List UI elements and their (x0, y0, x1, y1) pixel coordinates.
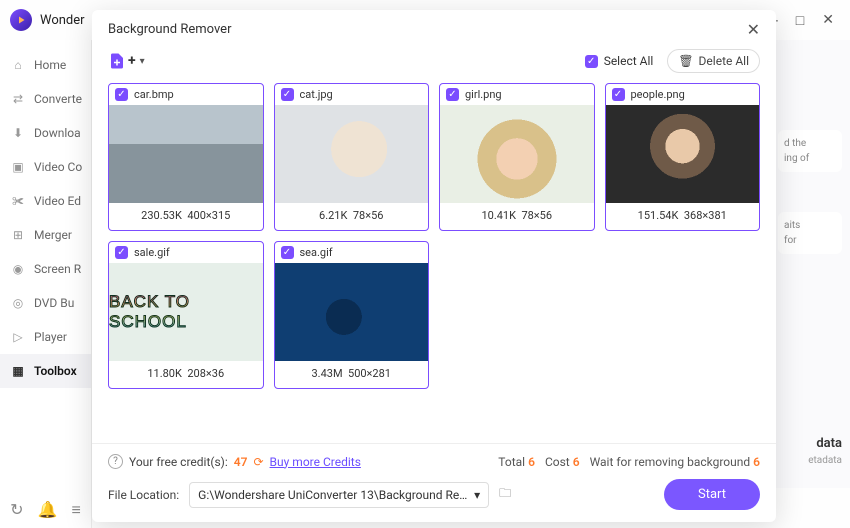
file-name: girl.png (465, 88, 502, 101)
file-location-path: G:\Wondershare UniConverter 13\Backgroun… (198, 488, 474, 502)
buy-credits-link[interactable]: Buy more Credits (270, 455, 361, 469)
select-all-checkbox[interactable]: ✓ Select All (585, 54, 654, 68)
file-name: sale.gif (134, 246, 170, 259)
download-icon: ⬇ (10, 125, 26, 141)
checkbox-checked-icon: ✓ (585, 55, 598, 68)
background-panel: d theing of aitsfor data etadata (770, 40, 850, 488)
sidebar-item-label: Player (34, 330, 67, 344)
file-card[interactable]: ✓ car.bmp 230.53K 400×315 (108, 83, 264, 231)
file-card[interactable]: ✓ cat.jpg 6.21K 78×56 (274, 83, 430, 231)
menu-icon[interactable]: ≡ (71, 500, 80, 520)
thumbnail: BACK TO SCHOOL (109, 263, 263, 361)
credits-count: 47 (234, 455, 248, 469)
thumbnail (440, 105, 594, 203)
wait-label: Wait for removing background (590, 455, 751, 469)
sidebar: ⌂ Home ⇄ Converte ⬇ Downloa ▣ Video Co ✀ Vide… (0, 40, 92, 528)
convert-icon: ⇄ (10, 91, 26, 107)
sidebar-item-label: Video Ed (34, 194, 81, 208)
file-name: people.png (631, 88, 685, 101)
sidebar-item-label: DVD Bu (34, 296, 74, 310)
sidebar-item-label: Toolbox (34, 364, 77, 378)
disc-icon: ◎ (10, 295, 26, 311)
bell-icon[interactable]: 🔔 (38, 500, 58, 520)
wait-value: 6 (753, 455, 760, 469)
file-meta: 11.80K 208×36 (109, 361, 263, 388)
sidebar-item-home[interactable]: ⌂ Home (0, 48, 91, 82)
app-logo-icon (10, 9, 32, 31)
scissors-icon: ✀ (10, 193, 26, 209)
history-icon[interactable]: ↻ (10, 500, 23, 520)
delete-all-button[interactable]: 🗑 Delete All (667, 49, 760, 73)
checkbox-checked-icon[interactable]: ✓ (446, 88, 459, 101)
sidebar-item-label: Merger (34, 228, 72, 242)
file-name: cat.jpg (300, 88, 333, 101)
toolbox-icon: ▦ (10, 363, 26, 379)
sidebar-item-video-compressor[interactable]: ▣ Video Co (0, 150, 91, 184)
file-card[interactable]: ✓ people.png 151.54K 368×381 (605, 83, 761, 231)
file-meta: 151.54K 368×381 (606, 203, 760, 230)
sidebar-item-converter[interactable]: ⇄ Converte (0, 82, 91, 116)
open-folder-icon[interactable]: 🗀 (499, 484, 511, 505)
file-grid: ✓ car.bmp 230.53K 400×315 ✓ cat.jpg 6.21K 78×… (92, 83, 776, 443)
total-value: 6 (528, 455, 535, 469)
file-meta: 230.53K 400×315 (109, 203, 263, 230)
file-name: car.bmp (134, 88, 174, 101)
file-location-select[interactable]: G:\Wondershare UniConverter 13\Backgroun… (189, 482, 489, 508)
chevron-down-icon: ▾ (474, 488, 480, 502)
sidebar-item-toolbox[interactable]: ▦ Toolbox (0, 354, 91, 388)
select-all-label: Select All (604, 54, 654, 68)
refresh-icon[interactable]: ⟳ (253, 455, 263, 469)
sidebar-item-player[interactable]: ▷ Player (0, 320, 91, 354)
window-maximize-icon[interactable]: □ (796, 12, 804, 29)
home-icon: ⌂ (10, 57, 26, 73)
file-location-label: File Location: (108, 488, 179, 502)
sidebar-item-merger[interactable]: ⊞ Merger (0, 218, 91, 252)
credits-label: Your free credit(s): (129, 455, 228, 469)
file-meta: 3.43M 500×281 (275, 361, 429, 388)
app-title: Wonder (40, 13, 85, 28)
thumbnail (275, 105, 429, 203)
file-card[interactable]: ✓ sea.gif 3.43M 500×281 (274, 241, 430, 389)
window-close-icon[interactable]: ✕ (822, 12, 834, 29)
thumbnail (606, 105, 760, 203)
background-remover-modal: Background Remover ✕ + ▾ ✓ Select All 🗑 … (92, 10, 776, 522)
merge-icon: ⊞ (10, 227, 26, 243)
thumbnail (275, 263, 429, 361)
file-card[interactable]: ✓ sale.gif BACK TO SCHOOL11.80K 208×36 (108, 241, 264, 389)
sidebar-item-screen-recorder[interactable]: ◉ Screen R (0, 252, 91, 286)
modal-title: Background Remover (108, 22, 231, 37)
checkbox-checked-icon[interactable]: ✓ (281, 88, 294, 101)
sidebar-item-label: Video Co (34, 160, 82, 174)
checkbox-checked-icon[interactable]: ✓ (281, 246, 294, 259)
trash-icon: 🗑 (678, 54, 693, 68)
compress-icon: ▣ (10, 159, 26, 175)
file-name: sea.gif (300, 246, 333, 259)
thumbnail (109, 105, 263, 203)
file-card[interactable]: ✓ girl.png 10.41K 78×56 (439, 83, 595, 231)
sidebar-item-video-editor[interactable]: ✀ Video Ed (0, 184, 91, 218)
sidebar-item-label: Home (34, 58, 66, 72)
start-button[interactable]: Start (664, 479, 760, 510)
close-icon[interactable]: ✕ (747, 20, 760, 39)
sidebar-item-label: Screen R (34, 262, 81, 276)
sidebar-item-dvd-burner[interactable]: ◎ DVD Bu (0, 286, 91, 320)
sidebar-item-label: Converte (34, 92, 82, 106)
total-label: Total (498, 455, 525, 469)
checkbox-checked-icon[interactable]: ✓ (612, 88, 625, 101)
checkbox-checked-icon[interactable]: ✓ (115, 246, 128, 259)
record-icon: ◉ (10, 261, 26, 277)
add-file-icon (108, 52, 126, 70)
file-meta: 6.21K 78×56 (275, 203, 429, 230)
cost-label: Cost (545, 455, 570, 469)
chevron-down-icon: ▾ (140, 56, 145, 67)
checkbox-checked-icon[interactable]: ✓ (115, 88, 128, 101)
sidebar-item-downloader[interactable]: ⬇ Downloa (0, 116, 91, 150)
delete-all-label: Delete All (699, 54, 749, 68)
add-files-button[interactable]: + ▾ (108, 52, 145, 70)
play-icon: ▷ (10, 329, 26, 345)
info-icon[interactable]: ? (108, 454, 123, 469)
cost-value: 6 (573, 455, 580, 469)
file-meta: 10.41K 78×56 (440, 203, 594, 230)
sidebar-item-label: Downloa (34, 126, 81, 140)
